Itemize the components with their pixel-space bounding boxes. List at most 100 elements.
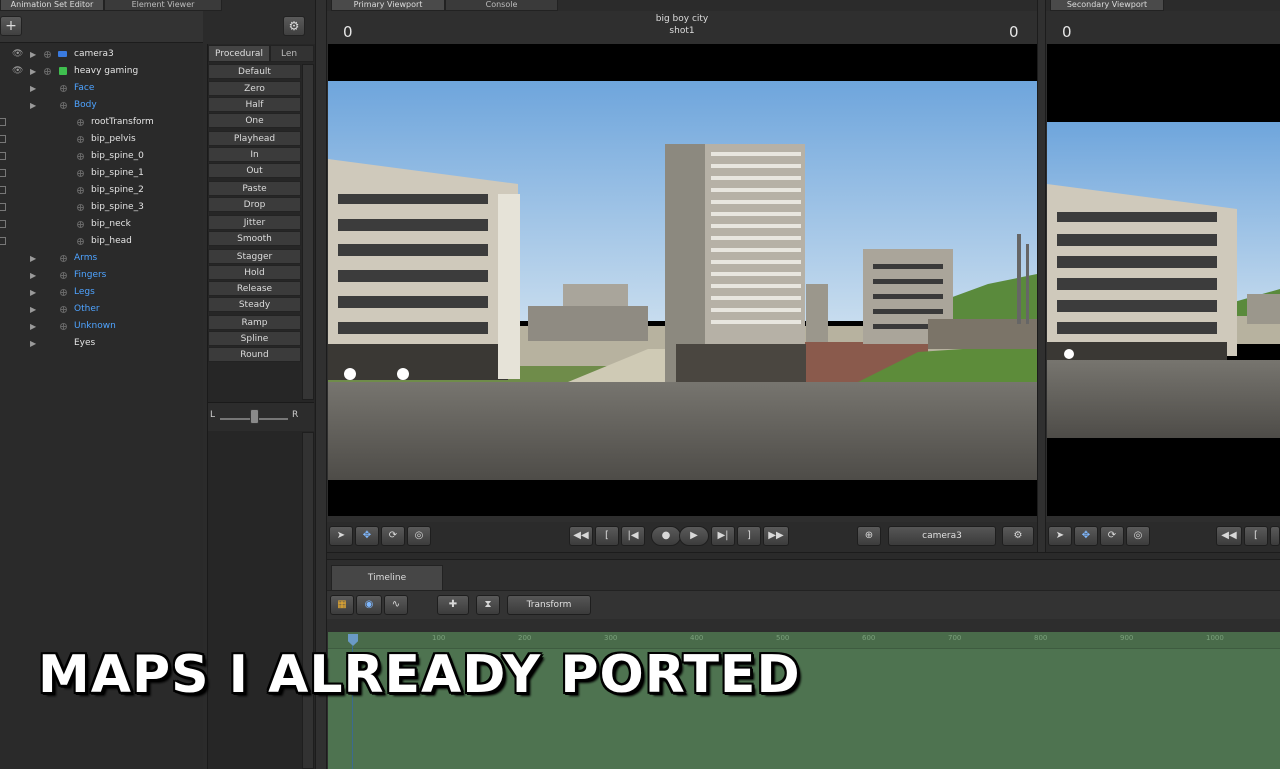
move-tool-icon[interactable]: ✥: [355, 526, 379, 546]
tree-item-bip-spine-2[interactable]: bip_spine_2: [0, 182, 200, 199]
tree-item-unknown[interactable]: ▶ Unknown: [0, 318, 200, 335]
expand-arrow-icon[interactable]: ▶: [30, 97, 36, 114]
motion-editor-icon[interactable]: ◉: [356, 595, 382, 615]
proc-steady-button[interactable]: Steady: [208, 297, 301, 312]
play-icon[interactable]: ▶: [679, 526, 709, 546]
graph-editor-icon[interactable]: ∿: [384, 595, 408, 615]
tree-item-camera3[interactable]: 👁 ▶ camera3: [0, 46, 200, 63]
tree-item-eyes[interactable]: ▶ Eyes: [0, 335, 200, 352]
go-to-start-icon[interactable]: [1270, 526, 1280, 546]
tree-item-arms[interactable]: ▶ Arms: [0, 250, 200, 267]
rotate-tool-icon[interactable]: ⟳: [1100, 526, 1124, 546]
expand-arrow-icon[interactable]: ▶: [30, 80, 36, 97]
mark-in-icon[interactable]: [: [595, 526, 619, 546]
viewport-splitter[interactable]: [1037, 0, 1046, 552]
mark-in-icon[interactable]: [: [1244, 526, 1268, 546]
go-to-end-icon[interactable]: ▶|: [711, 526, 735, 546]
tree-item-face[interactable]: ▶ Face: [0, 80, 200, 97]
tree-item-legs[interactable]: ▶ Legs: [0, 284, 200, 301]
expand-arrow-icon[interactable]: ▶: [30, 301, 36, 318]
proc-stagger-button[interactable]: Stagger: [208, 249, 301, 264]
tree-item-bip-spine-1[interactable]: bip_spine_1: [0, 165, 200, 182]
expand-arrow-icon[interactable]: ▶: [30, 318, 36, 335]
tree-item-bip-neck[interactable]: bip_neck: [0, 216, 200, 233]
proc-release-button[interactable]: Release: [208, 281, 301, 296]
tab-animation-set-editor[interactable]: Animation Set Editor: [0, 0, 104, 11]
checkbox[interactable]: [0, 186, 6, 194]
proc-smooth-button[interactable]: Smooth: [208, 231, 301, 246]
expand-arrow-icon[interactable]: ▶: [30, 267, 36, 284]
checkbox[interactable]: [0, 152, 6, 160]
proc-half-button[interactable]: Half: [208, 97, 301, 112]
tab-console[interactable]: Console: [445, 0, 558, 11]
expand-arrow-icon[interactable]: ▶: [30, 46, 36, 63]
proc-drop-button[interactable]: Drop: [208, 197, 301, 212]
proc-playhead-button[interactable]: Playhead: [208, 131, 301, 146]
tree-item-bip-pelvis[interactable]: bip_pelvis: [0, 131, 200, 148]
secondary-render-view[interactable]: [1047, 44, 1280, 516]
checkbox[interactable]: [0, 169, 6, 177]
pivot-tool-icon[interactable]: ◎: [1126, 526, 1150, 546]
tab-timeline[interactable]: Timeline: [331, 565, 443, 590]
tab-primary-viewport[interactable]: Primary Viewport: [331, 0, 445, 11]
tab-procedural[interactable]: Procedural: [208, 45, 270, 62]
transform-mode-select[interactable]: Transform: [507, 595, 591, 615]
rewind-icon[interactable]: ◀◀: [569, 526, 593, 546]
tab-lens[interactable]: Len: [270, 45, 314, 62]
proc-hold-button[interactable]: Hold: [208, 265, 301, 280]
balance-slider[interactable]: L R: [208, 402, 314, 431]
fast-forward-icon[interactable]: ▶▶: [763, 526, 789, 546]
proc-out-button[interactable]: Out: [208, 163, 301, 178]
proc-zero-button[interactable]: Zero: [208, 81, 301, 96]
expand-arrow-icon[interactable]: ▶: [30, 63, 36, 80]
expand-arrow-icon[interactable]: ▶: [30, 335, 36, 352]
checkbox[interactable]: [0, 118, 6, 126]
proc-round-button[interactable]: Round: [208, 347, 301, 362]
add-key-icon[interactable]: ✚: [437, 595, 469, 615]
tree-item-bip-head[interactable]: bip_head: [0, 233, 200, 250]
expand-arrow-icon[interactable]: ▶: [30, 284, 36, 301]
tree-item-bip-spine-3[interactable]: bip_spine_3: [0, 199, 200, 216]
primary-render-view[interactable]: [328, 44, 1037, 516]
tab-secondary-viewport[interactable]: Secondary Viewport: [1050, 0, 1164, 11]
pivot-tool-icon[interactable]: ◎: [407, 526, 431, 546]
proc-ramp-button[interactable]: Ramp: [208, 315, 301, 330]
hourglass-icon[interactable]: ⧗: [476, 595, 500, 615]
tree-item-other[interactable]: ▶ Other: [0, 301, 200, 318]
checkbox[interactable]: [0, 203, 6, 211]
move-tool-icon[interactable]: ✥: [1074, 526, 1098, 546]
tree-item-heavy-gaming[interactable]: 👁 ▶ heavy gaming: [0, 63, 200, 80]
slider-handle[interactable]: [250, 409, 259, 424]
rewind-icon[interactable]: ◀◀: [1216, 526, 1242, 546]
horizontal-splitter[interactable]: [327, 552, 1280, 560]
camera-select[interactable]: camera3: [888, 526, 996, 546]
tree-item-bip-spine-0[interactable]: bip_spine_0: [0, 148, 200, 165]
clip-editor-icon[interactable]: ▦: [330, 595, 354, 615]
proc-jitter-button[interactable]: Jitter: [208, 215, 301, 230]
add-icon[interactable]: +: [0, 16, 22, 36]
lower-scrollbar[interactable]: [302, 432, 314, 769]
proc-spline-button[interactable]: Spline: [208, 331, 301, 346]
rotate-tool-icon[interactable]: ⟳: [381, 526, 405, 546]
crosshair-icon[interactable]: ⊕: [857, 526, 881, 546]
tree-item-fingers[interactable]: ▶ Fingers: [0, 267, 200, 284]
proc-one-button[interactable]: One: [208, 113, 301, 128]
procedural-scrollbar[interactable]: [302, 64, 314, 400]
checkbox[interactable]: [0, 220, 6, 228]
proc-in-button[interactable]: In: [208, 147, 301, 162]
tree-item-roottransform[interactable]: rootTransform: [0, 114, 200, 131]
eye-icon[interactable]: 👁: [12, 46, 23, 63]
proc-paste-button[interactable]: Paste: [208, 181, 301, 196]
eye-icon[interactable]: 👁: [12, 63, 23, 80]
select-tool-icon[interactable]: ➤: [329, 526, 353, 546]
checkbox[interactable]: [0, 237, 6, 245]
go-to-start-icon[interactable]: |◀: [621, 526, 645, 546]
select-tool-icon[interactable]: ➤: [1048, 526, 1072, 546]
mark-out-icon[interactable]: ]: [737, 526, 761, 546]
checkbox[interactable]: [0, 135, 6, 143]
tree-item-body[interactable]: ▶ Body: [0, 97, 200, 114]
tab-element-viewer[interactable]: Element Viewer: [104, 0, 222, 11]
gear-icon[interactable]: ⚙: [283, 16, 305, 36]
viewport-settings-icon[interactable]: ⚙: [1002, 526, 1034, 546]
record-icon[interactable]: ●: [651, 526, 681, 546]
